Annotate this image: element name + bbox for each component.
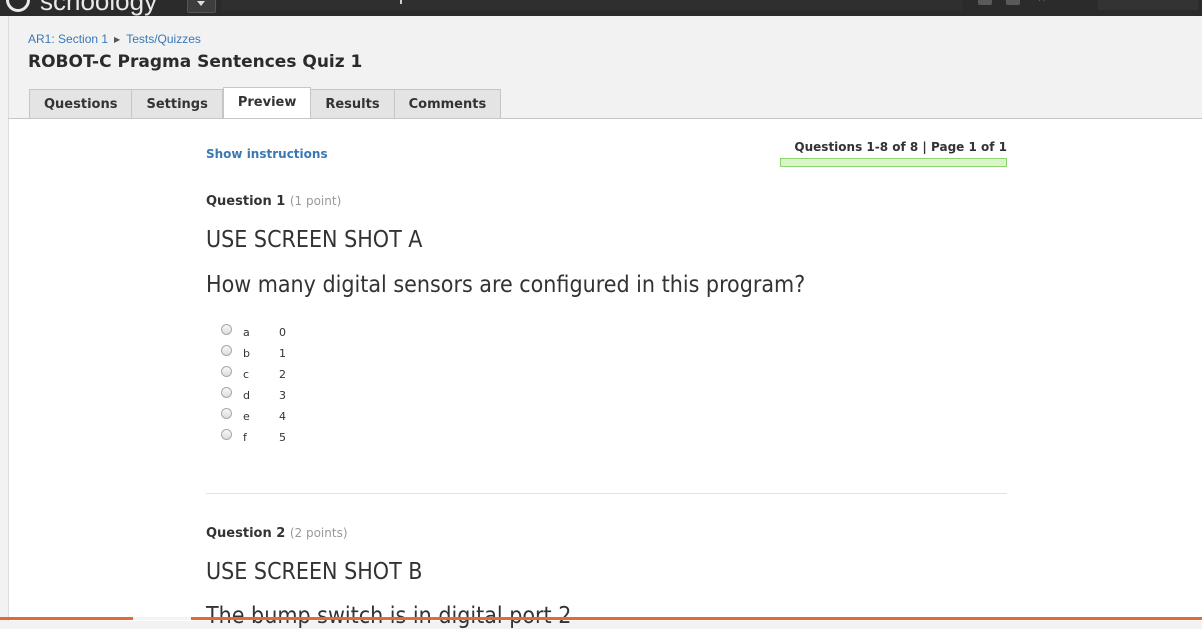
top-navigation-bar: schoology ★ [0,0,1202,16]
question-2-text: The bump switch is in digital port 2 [206,603,572,629]
question-1-instruction: USE SCREEN SHOT A [206,227,423,253]
option-letter: b [243,347,250,360]
progress-bar [780,158,1007,167]
option-letter: d [243,389,250,402]
option-letter: a [243,326,250,339]
breadcrumb-section-link[interactable]: Tests/Quizzes [126,32,201,46]
quiz-preview-panel: Show instructions Questions 1-8 of 8 | P… [8,118,1202,629]
top-nav-menu [222,0,962,11]
question-label: Question 2 [206,526,286,541]
radio-button-icon[interactable] [221,366,232,377]
user-menu[interactable] [1098,0,1198,10]
option-value: 3 [279,389,286,402]
nav-dropdown-button[interactable] [187,0,216,13]
pagination-status: Questions 1-8 of 8 | Page 1 of 1 [780,140,1007,167]
question-2-header: Question 2 (2 points) [206,526,348,541]
breadcrumb-separator-icon: ▶ [114,35,121,44]
tab-preview[interactable]: Preview [222,87,312,119]
messages-icon[interactable] [978,0,992,5]
option-value: 5 [279,431,286,444]
question-1-text: How many digital sensors are configured … [206,272,806,298]
page-header: AR1: Section 1 ▶ Tests/Quizzes ROBOT-C Pra… [8,16,1202,119]
top-nav-item[interactable] [400,0,402,4]
radio-button-icon[interactable] [221,408,232,419]
radio-button-icon[interactable] [221,324,232,335]
tab-comments[interactable]: Comments [394,89,502,119]
question-divider [206,493,1007,494]
page-title: ROBOT-C Pragma Sentences Quiz 1 [28,52,363,72]
breadcrumb-course-link[interactable]: AR1: Section 1 [28,32,108,46]
question-points: (2 points) [289,526,348,540]
option-letter: f [243,431,247,444]
option-letter: e [243,410,250,423]
tab-results[interactable]: Results [311,89,395,119]
notifications-icon[interactable] [1006,0,1020,5]
schoology-logo-icon[interactable] [6,0,30,12]
option-letter: c [243,368,250,381]
radio-button-icon[interactable] [221,345,232,356]
breadcrumb: AR1: Section 1 ▶ Tests/Quizzes [28,32,201,46]
option-value: 0 [279,326,286,339]
star-icon[interactable]: ★ [1036,0,1048,5]
question-points: (1 point) [289,194,342,208]
tab-questions[interactable]: Questions [29,89,133,119]
question-1-header: Question 1 (1 point) [206,194,341,209]
tab-settings[interactable]: Settings [132,89,223,119]
radio-button-icon[interactable] [221,387,232,398]
logo-text[interactable]: schoology [40,0,157,14]
pagination-text: Questions 1-8 of 8 | Page 1 of 1 [794,140,1007,154]
option-value: 2 [279,368,286,381]
option-value: 4 [279,410,286,423]
radio-button-icon[interactable] [221,429,232,440]
question-2-instruction: USE SCREEN SHOT B [206,559,423,585]
tab-bar: Questions Settings Preview Results Comme… [29,87,502,119]
option-value: 1 [279,347,286,360]
show-instructions-link[interactable]: Show instructions [206,147,328,161]
question-label: Question 1 [206,194,286,209]
